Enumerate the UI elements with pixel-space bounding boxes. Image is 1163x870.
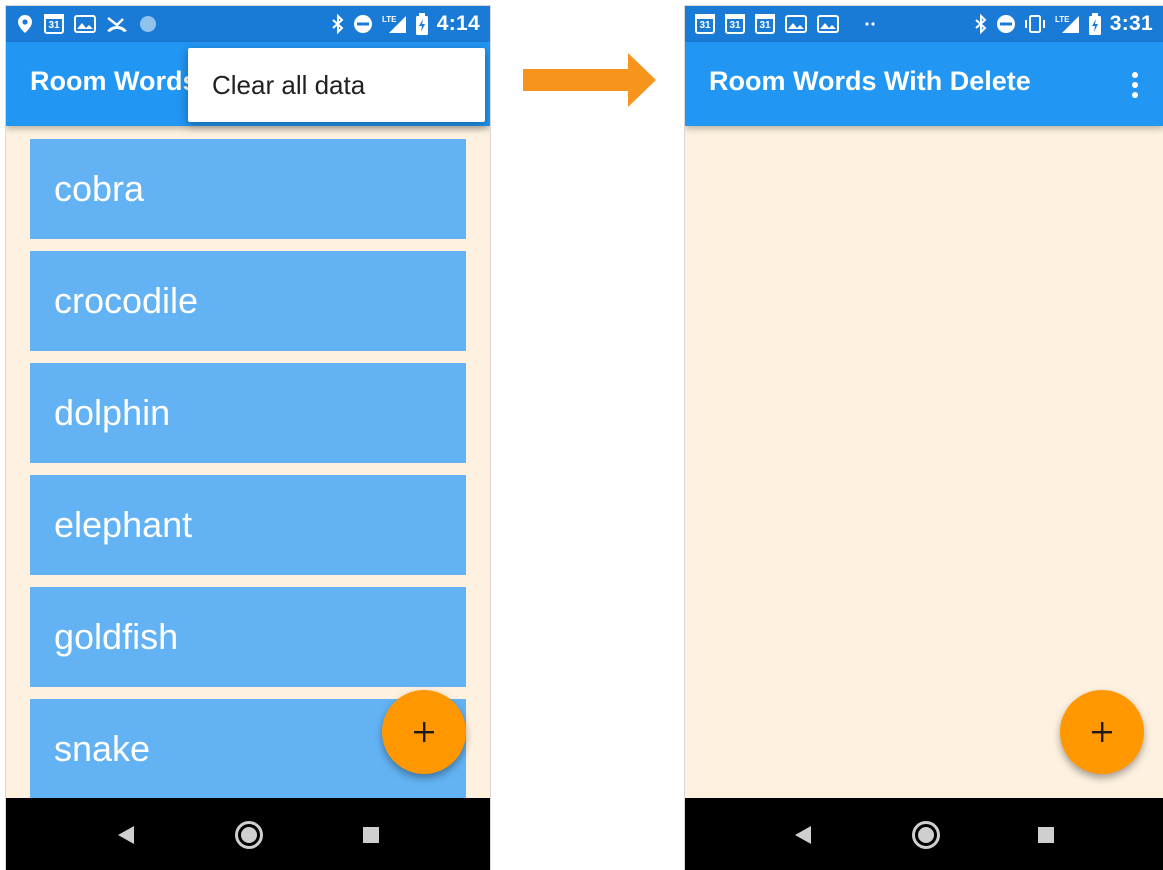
calendar-icon: 31 — [755, 14, 775, 34]
add-word-fab[interactable] — [1060, 690, 1144, 774]
right-arrow-icon — [520, 50, 660, 115]
do-not-disturb-icon — [996, 14, 1016, 34]
home-icon[interactable] — [911, 820, 941, 855]
do-not-disturb-icon — [353, 14, 373, 34]
lte-signal-icon: LTE — [381, 14, 407, 34]
vibrate-icon — [1024, 14, 1046, 34]
status-time: 3:31 — [1109, 12, 1153, 35]
after-screen: 31 31 31 LTE 3:31 Room Words With Delete — [685, 6, 1163, 870]
menu-item-clear-all-data[interactable]: Clear all data — [212, 70, 365, 101]
location-pin-icon — [16, 14, 34, 34]
list-item[interactable]: elephant — [30, 475, 466, 575]
missed-call-icon — [106, 15, 128, 33]
lte-signal-icon: LTE — [1054, 14, 1080, 34]
app-title: Room Words With Delete — [709, 66, 1031, 96]
app-bar: Room Words With Delete — [685, 42, 1163, 126]
calendar-icon: 31 — [44, 14, 64, 34]
more-dots-icon — [849, 19, 877, 29]
status-bar: 31 31 31 LTE 3:31 — [685, 6, 1163, 42]
recent-apps-icon[interactable] — [1037, 826, 1055, 849]
list-item[interactable]: goldfish — [30, 587, 466, 687]
navigation-bar — [6, 798, 490, 870]
overflow-menu-popup: Clear all data — [188, 48, 485, 122]
list-item[interactable]: crocodile — [30, 251, 466, 351]
home-icon[interactable] — [234, 820, 264, 855]
add-word-fab[interactable] — [382, 690, 466, 774]
bluetooth-icon — [331, 14, 345, 34]
recent-apps-icon[interactable] — [362, 826, 380, 849]
back-icon[interactable] — [793, 824, 813, 851]
more-vert-icon — [1132, 72, 1138, 98]
svg-text:LTE: LTE — [382, 15, 397, 24]
calendar-icon: 31 — [695, 14, 715, 34]
circle-icon — [138, 14, 158, 34]
status-bar: 31 LTE 4:14 — [6, 6, 490, 42]
calendar-icon: 31 — [725, 14, 745, 34]
list-item[interactable]: dolphin — [30, 363, 466, 463]
plus-icon — [1092, 722, 1112, 742]
list-item[interactable]: cobra — [30, 139, 466, 239]
back-icon[interactable] — [116, 824, 136, 851]
gallery-icon — [817, 15, 839, 33]
before-screen: 31 LTE 4:14 Room Words Clear all data co… — [6, 6, 490, 870]
plus-icon — [414, 722, 434, 742]
navigation-bar — [685, 798, 1163, 870]
status-time: 4:14 — [436, 12, 480, 35]
gallery-icon — [785, 15, 807, 33]
gallery-icon — [74, 15, 96, 33]
svg-text:LTE: LTE — [1055, 15, 1070, 24]
battery-icon — [415, 13, 429, 35]
battery-icon — [1088, 13, 1102, 35]
bluetooth-icon — [974, 14, 988, 34]
overflow-menu-button[interactable] — [1123, 70, 1147, 100]
